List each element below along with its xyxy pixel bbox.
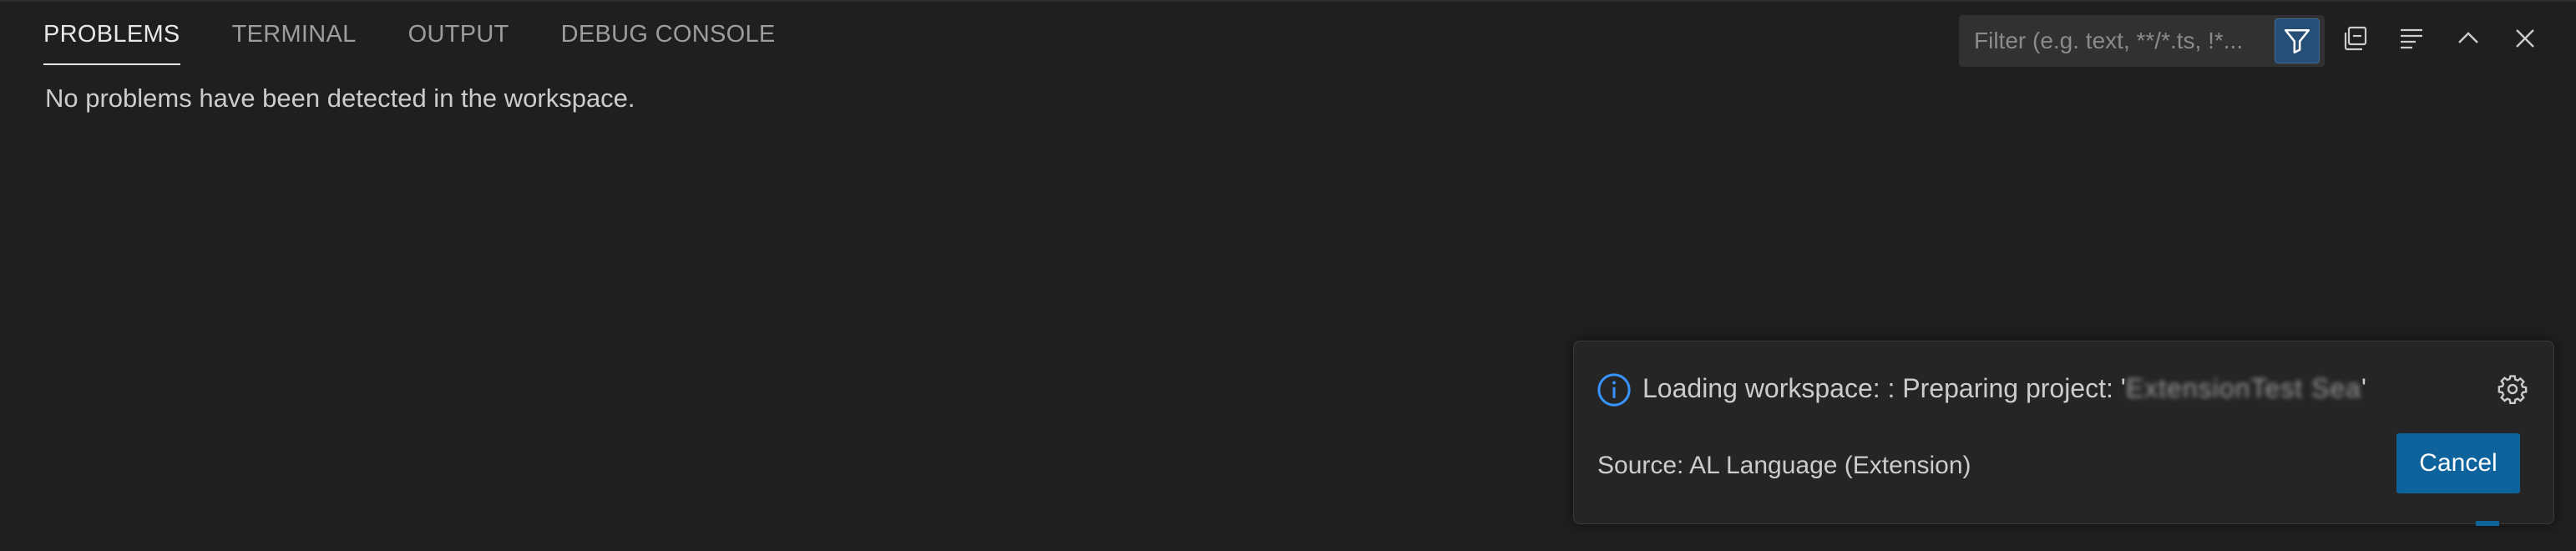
tab-problems[interactable]: PROBLEMS — [43, 2, 180, 67]
info-icon — [1597, 373, 1631, 407]
notification-message-prefix: Loading workspace: : Preparing project: … — [1642, 373, 2126, 403]
cancel-button[interactable]: Cancel — [2396, 433, 2520, 493]
notification-source: Source: AL Language (Extension) — [1597, 452, 1971, 479]
panel-tab-bar: PROBLEMS TERMINAL OUTPUT DEBUG CONSOLE — [27, 2, 792, 67]
filter-toggle-button[interactable] — [2275, 18, 2320, 63]
gear-icon — [2498, 375, 2528, 405]
chevron-up-icon — [2458, 32, 2478, 43]
project-name: ExtensionTest Sea — [2125, 373, 2361, 403]
notification-settings-button[interactable] — [2493, 370, 2532, 408]
close-icon — [2516, 29, 2534, 48]
bottom-panel: PROBLEMS TERMINAL OUTPUT DEBUG CONSOLE F… — [0, 0, 2576, 551]
notification-message-suffix: ' — [2361, 373, 2367, 403]
problems-filter — [1959, 14, 2325, 68]
filter-icon — [2284, 28, 2310, 54]
filter-input[interactable] — [1959, 14, 2275, 68]
tab-debug-console[interactable]: DEBUG CONSOLE — [561, 2, 776, 67]
collapse-all-button[interactable] — [2336, 20, 2373, 57]
no-problems-message: No problems have been detected in the wo… — [45, 83, 635, 113]
notification-toast: Loading workspace: : Preparing project: … — [1573, 341, 2554, 524]
tab-output[interactable]: OUTPUT — [408, 2, 509, 67]
notification-message: Loading workspace: : Preparing project: … — [1642, 373, 2366, 404]
close-panel-button[interactable] — [2507, 20, 2543, 57]
tab-terminal[interactable]: TERMINAL — [232, 2, 357, 67]
view-as-tree-button[interactable] — [2393, 20, 2430, 57]
maximize-panel-button[interactable] — [2450, 20, 2487, 57]
progress-indicator — [2476, 521, 2499, 526]
view-as-tree-icon — [2401, 28, 2422, 49]
collapse-all-icon — [2344, 26, 2367, 51]
